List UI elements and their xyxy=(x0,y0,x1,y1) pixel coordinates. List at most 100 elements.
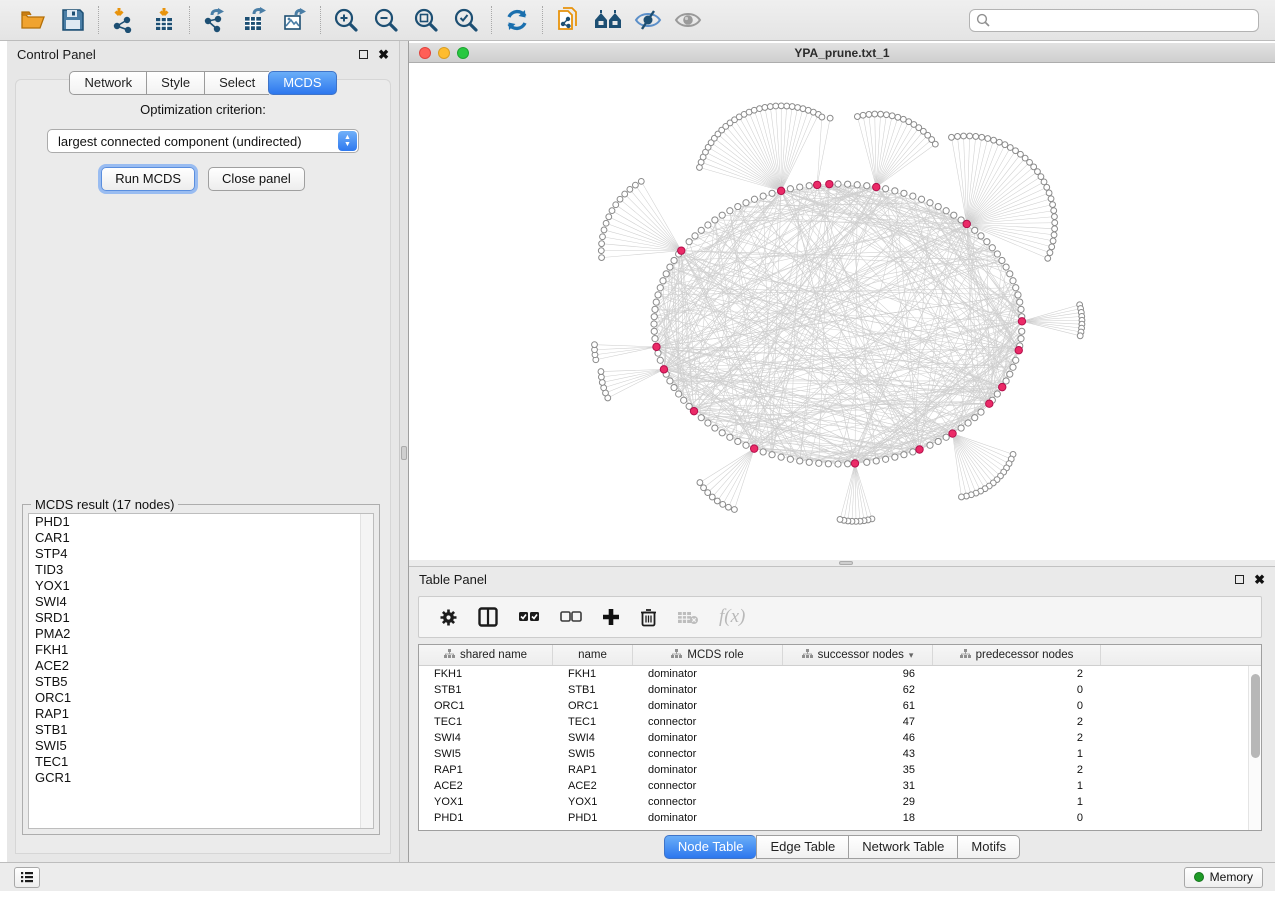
network-node[interactable] xyxy=(978,233,984,239)
network-node[interactable] xyxy=(1003,264,1009,270)
network-node[interactable] xyxy=(727,208,733,214)
leaf-node[interactable] xyxy=(757,106,763,112)
leaf-node[interactable] xyxy=(1051,232,1057,238)
network-node[interactable] xyxy=(1010,278,1016,284)
network-node[interactable] xyxy=(892,188,898,194)
network-node[interactable] xyxy=(816,460,822,466)
network-node[interactable] xyxy=(657,357,663,363)
show-task-history-button[interactable] xyxy=(14,867,40,888)
leaf-node[interactable] xyxy=(895,114,901,120)
table-row[interactable]: TEC1TEC1connector472 xyxy=(419,714,1261,730)
mcds-hub-node[interactable] xyxy=(777,187,784,194)
leaf-node[interactable] xyxy=(767,104,773,110)
table-row[interactable]: STB1STB1dominator620 xyxy=(419,682,1261,698)
network-node[interactable] xyxy=(943,434,949,440)
network-node[interactable] xyxy=(901,452,907,458)
mcds-result-item[interactable]: CAR1 xyxy=(29,530,373,546)
network-node[interactable] xyxy=(760,193,766,199)
network-node[interactable] xyxy=(651,314,657,320)
leaf-node[interactable] xyxy=(627,186,633,192)
network-node[interactable] xyxy=(1013,357,1019,363)
network-node[interactable] xyxy=(835,461,841,467)
network-node[interactable] xyxy=(727,434,733,440)
mcds-result-item[interactable]: TEC1 xyxy=(29,754,373,770)
network-node[interactable] xyxy=(719,430,725,436)
leaf-node[interactable] xyxy=(606,214,612,220)
mcds-result-item[interactable]: PMA2 xyxy=(29,626,373,642)
network-node[interactable] xyxy=(935,203,941,209)
network-node[interactable] xyxy=(958,425,964,431)
network-node[interactable] xyxy=(989,245,995,251)
network-node[interactable] xyxy=(910,449,916,455)
mcds-hub-node[interactable] xyxy=(653,343,660,350)
network-node[interactable] xyxy=(787,456,793,462)
zoom-out-icon[interactable] xyxy=(371,5,401,35)
mcds-result-item[interactable]: SWI5 xyxy=(29,738,373,754)
gear-icon[interactable] xyxy=(439,608,458,627)
network-node[interactable] xyxy=(910,193,916,199)
network-node[interactable] xyxy=(1003,378,1009,384)
leaf-node[interactable] xyxy=(991,137,997,143)
export-table-icon[interactable] xyxy=(240,5,270,35)
add-icon[interactable] xyxy=(602,608,620,626)
network-node[interactable] xyxy=(705,420,711,426)
leaf-node[interactable] xyxy=(601,227,607,233)
network-node[interactable] xyxy=(883,456,889,462)
network-node[interactable] xyxy=(994,391,1000,397)
network-node[interactable] xyxy=(864,183,870,189)
leaf-node[interactable] xyxy=(1052,214,1058,220)
float-panel-icon[interactable] xyxy=(1235,575,1244,584)
mcds-hub-node[interactable] xyxy=(999,383,1006,390)
table-row[interactable]: FKH1FKH1dominator962 xyxy=(419,666,1261,682)
network-node[interactable] xyxy=(797,458,803,464)
leaf-node[interactable] xyxy=(854,114,860,120)
float-panel-icon[interactable] xyxy=(359,50,368,59)
network-node[interactable] xyxy=(883,186,889,192)
network-node[interactable] xyxy=(660,278,666,284)
network-node[interactable] xyxy=(918,196,924,202)
zoom-selected-icon[interactable] xyxy=(451,5,481,35)
leaf-node[interactable] xyxy=(598,248,604,254)
leaf-node[interactable] xyxy=(599,255,605,261)
close-panel-button[interactable]: Close panel xyxy=(208,167,305,191)
mcds-result-item[interactable]: TID3 xyxy=(29,562,373,578)
close-panel-icon[interactable]: ✖ xyxy=(378,50,389,59)
leaf-node[interactable] xyxy=(1044,184,1050,190)
network-node[interactable] xyxy=(1019,328,1025,334)
leaf-node[interactable] xyxy=(709,494,715,500)
columns-icon[interactable] xyxy=(478,607,498,627)
mcds-hub-node[interactable] xyxy=(1015,347,1022,354)
mcds-result-item[interactable]: FKH1 xyxy=(29,642,373,658)
mcds-result-item[interactable]: ORC1 xyxy=(29,690,373,706)
leaf-node[interactable] xyxy=(622,191,628,197)
mcds-result-item[interactable]: ACE2 xyxy=(29,658,373,674)
mcds-hub-node[interactable] xyxy=(851,460,858,467)
network-node[interactable] xyxy=(901,190,907,196)
mcds-hub-node[interactable] xyxy=(678,247,685,254)
network-node[interactable] xyxy=(965,420,971,426)
save-session-icon[interactable] xyxy=(58,5,88,35)
mcds-hub-node[interactable] xyxy=(826,180,833,187)
network-node[interactable] xyxy=(686,239,692,245)
leaf-node[interactable] xyxy=(837,517,843,523)
leaf-node[interactable] xyxy=(1002,142,1008,148)
mcds-result-item[interactable]: SWI4 xyxy=(29,594,373,610)
leaf-node[interactable] xyxy=(599,241,605,247)
leaf-node[interactable] xyxy=(600,234,606,240)
splitter-grip[interactable] xyxy=(401,446,407,460)
leaf-node[interactable] xyxy=(860,112,866,118)
network-node[interactable] xyxy=(864,459,870,465)
export-image-icon[interactable] xyxy=(280,5,310,35)
network-node[interactable] xyxy=(769,452,775,458)
leaf-node[interactable] xyxy=(827,115,833,121)
column-header[interactable]: name xyxy=(553,645,633,665)
column-header[interactable]: MCDS role xyxy=(633,645,783,665)
network-node[interactable] xyxy=(681,397,687,403)
memory-button[interactable]: Memory xyxy=(1184,867,1263,888)
leaf-node[interactable] xyxy=(714,498,720,504)
network-window-titlebar[interactable]: YPA_prune.txt_1 xyxy=(409,43,1275,63)
tab-select[interactable]: Select xyxy=(204,71,269,95)
leaf-node[interactable] xyxy=(959,494,965,500)
network-node[interactable] xyxy=(652,306,658,312)
network-node[interactable] xyxy=(719,212,725,218)
